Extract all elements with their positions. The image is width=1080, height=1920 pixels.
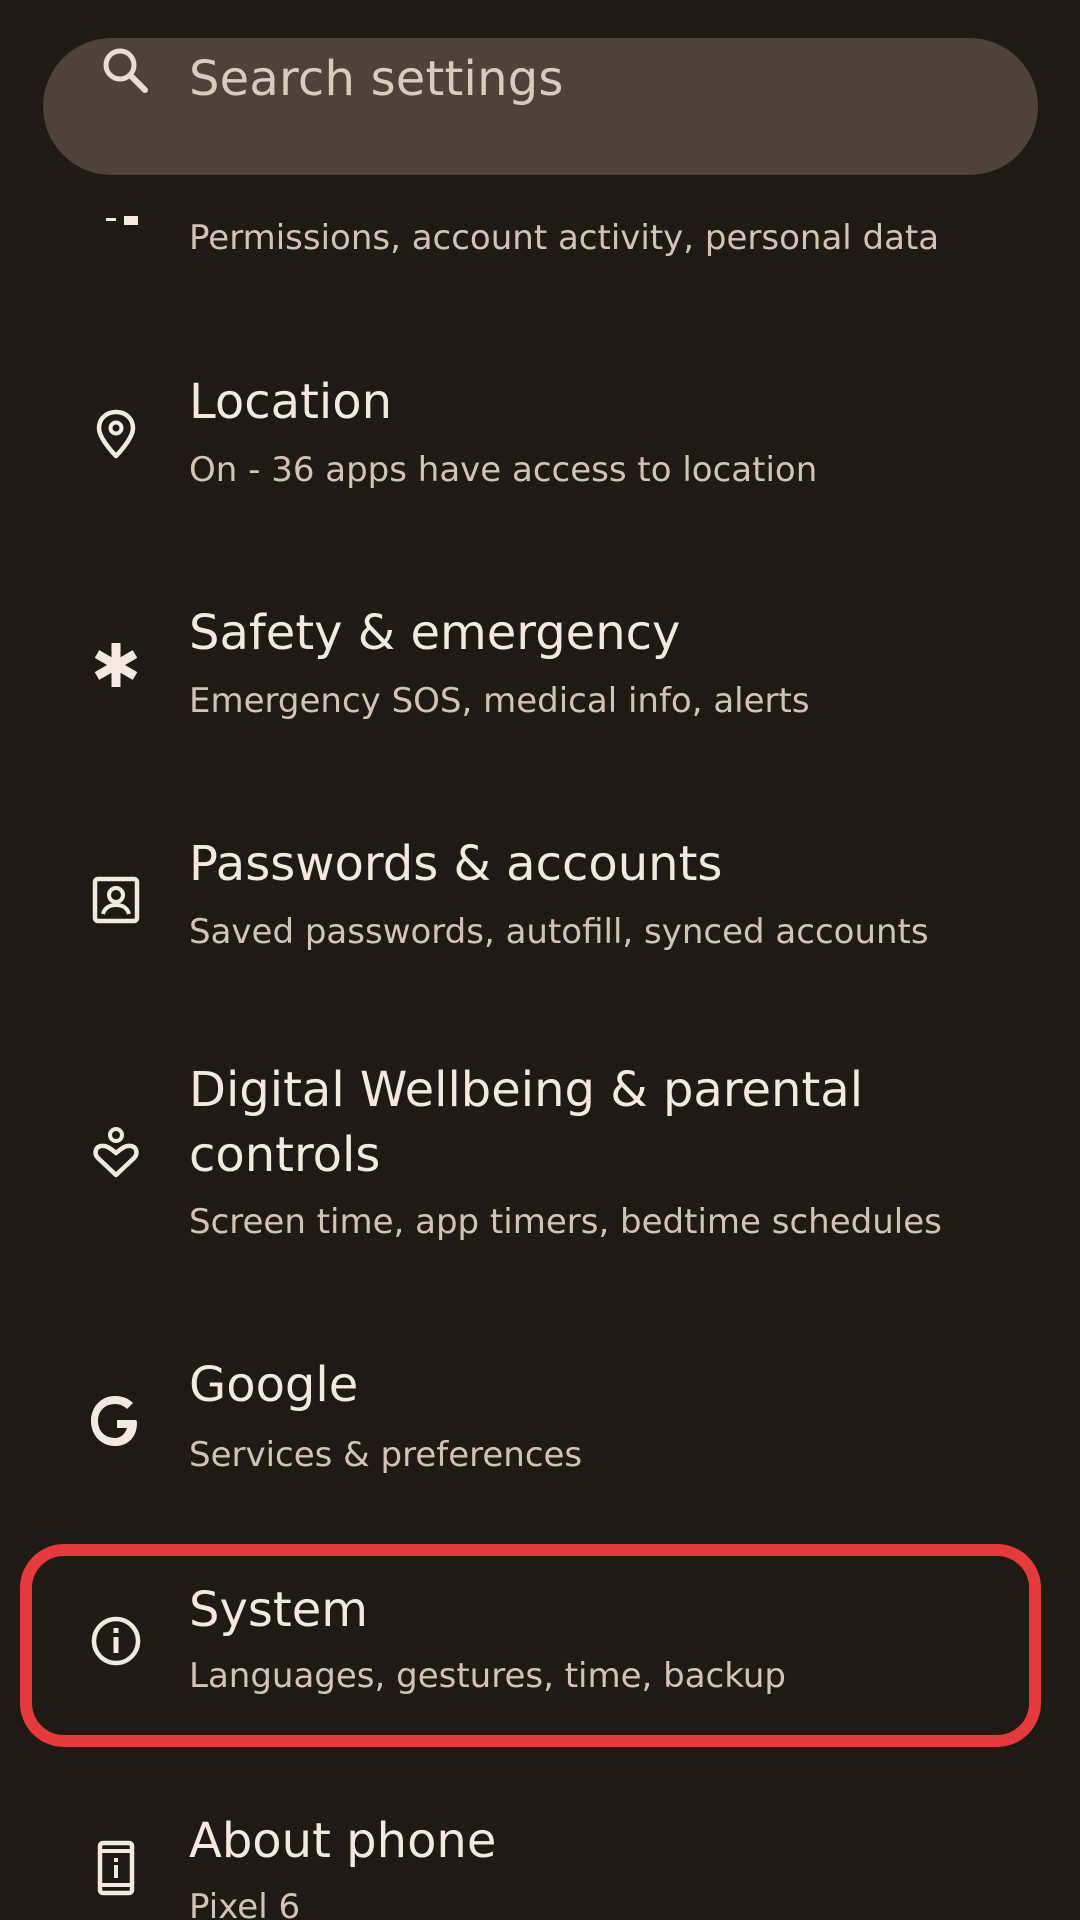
settings-item-title: System: [189, 1582, 368, 1638]
settings-item-safety-emergency[interactable]: Safety & emergency Emergency SOS, medica…: [0, 595, 1080, 745]
google-g-icon: [91, 1396, 137, 1446]
settings-item-title: About phone: [189, 1813, 497, 1869]
settings-item-passwords-accounts[interactable]: Passwords & accounts Saved passwords, au…: [0, 826, 1080, 976]
privacy-subtitle: Permissions, account activity, personal …: [189, 218, 940, 258]
privacy-icon: [106, 216, 138, 225]
search-icon: [103, 48, 148, 93]
settings-item-subtitle: Services & preferences: [189, 1435, 583, 1475]
settings-item-about-phone[interactable]: About phone Pixel 6: [0, 1808, 1080, 1920]
settings-item-subtitle: Screen time, app timers, bedtime schedul…: [189, 1202, 942, 1242]
settings-item-subtitle: Saved passwords, autofill, synced accoun…: [189, 912, 929, 952]
settings-item-title: Google: [189, 1357, 359, 1413]
location-pin-icon: [96, 409, 136, 459]
info-circle-icon: [91, 1616, 141, 1666]
settings-item-location[interactable]: Location On - 36 apps have access to loc…: [0, 364, 1080, 514]
settings-screen: Search settings Permissions, account act…: [0, 0, 1080, 1920]
settings-item-google[interactable]: Google Services & preferences: [0, 1347, 1080, 1497]
asterisk-icon: [94, 643, 138, 687]
wellbeing-heart-icon: [93, 1127, 139, 1178]
settings-item-subtitle: Emergency SOS, medical info, alerts: [189, 681, 810, 721]
settings-item-title: Location: [189, 374, 393, 430]
settings-item-system[interactable]: System Languages, gestures, time, backup: [0, 1577, 1080, 1727]
settings-item-title-line2: controls: [189, 1127, 381, 1183]
account-box-icon: [92, 876, 140, 924]
phone-info-icon: [97, 1840, 135, 1896]
settings-item-subtitle: Languages, gestures, time, backup: [189, 1656, 787, 1696]
settings-item-title: Passwords & accounts: [189, 836, 723, 892]
settings-item-subtitle: On - 36 apps have access to location: [189, 450, 818, 490]
settings-item-subtitle: Pixel 6: [189, 1887, 301, 1920]
settings-item-title: Safety & emergency: [189, 605, 681, 661]
settings-item-digital-wellbeing[interactable]: Digital Wellbeing & parental controls Sc…: [0, 1057, 1080, 1257]
settings-item-title-line1: Digital Wellbeing & parental: [189, 1062, 864, 1118]
search-placeholder: Search settings: [189, 51, 564, 107]
